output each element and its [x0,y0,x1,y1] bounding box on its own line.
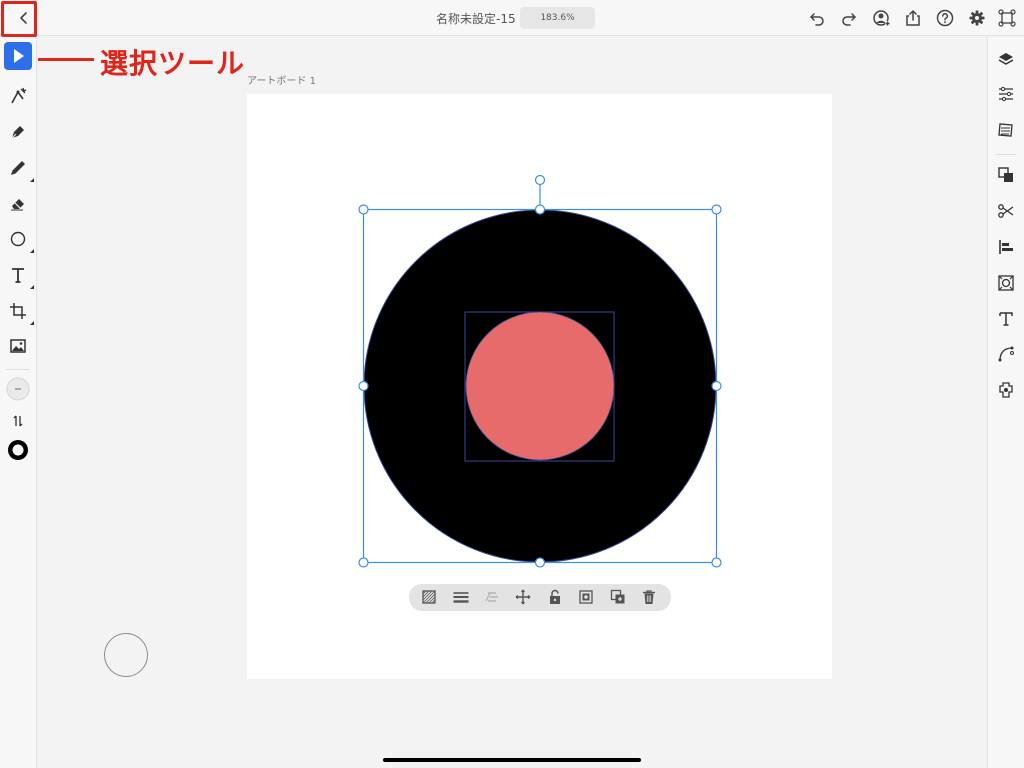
move-button[interactable] [514,588,532,606]
delete-button[interactable] [640,588,658,606]
lock-button[interactable] [546,588,564,606]
resize-handle-bottom-left[interactable] [358,557,369,568]
resize-handle-right[interactable] [711,380,722,392]
touch-modifier[interactable] [104,633,148,677]
resize-handle-bottom-right[interactable] [711,557,722,568]
app-window: 名称未設定-15 183.6% 選択ツール アートボード 1 [0,0,1024,768]
effects-button[interactable] [483,588,501,606]
resize-handle-top-right[interactable] [711,204,722,215]
context-action-bar [409,584,671,611]
fill-pattern-icon [422,590,436,604]
effects-icon [485,592,498,602]
resize-handle-top[interactable] [534,204,546,215]
resize-handle-top-left[interactable] [358,204,369,215]
resize-handle-left[interactable] [358,380,369,392]
move-icon [515,589,531,605]
unlock-icon [550,589,560,604]
trash-icon [643,590,655,604]
stroke-button[interactable] [452,588,470,606]
canvas-shapes [358,174,722,568]
duplicate-icon [610,589,625,604]
stroke-lines-icon [453,592,469,603]
mask-button[interactable] [577,588,595,606]
duplicate-button[interactable] [609,588,627,606]
inner-circle[interactable] [465,311,615,461]
resize-handle-bottom[interactable] [534,557,546,568]
rotation-handle[interactable] [534,174,546,186]
home-indicator[interactable] [383,758,641,762]
fill-button[interactable] [420,588,438,606]
mask-icon [579,590,593,604]
